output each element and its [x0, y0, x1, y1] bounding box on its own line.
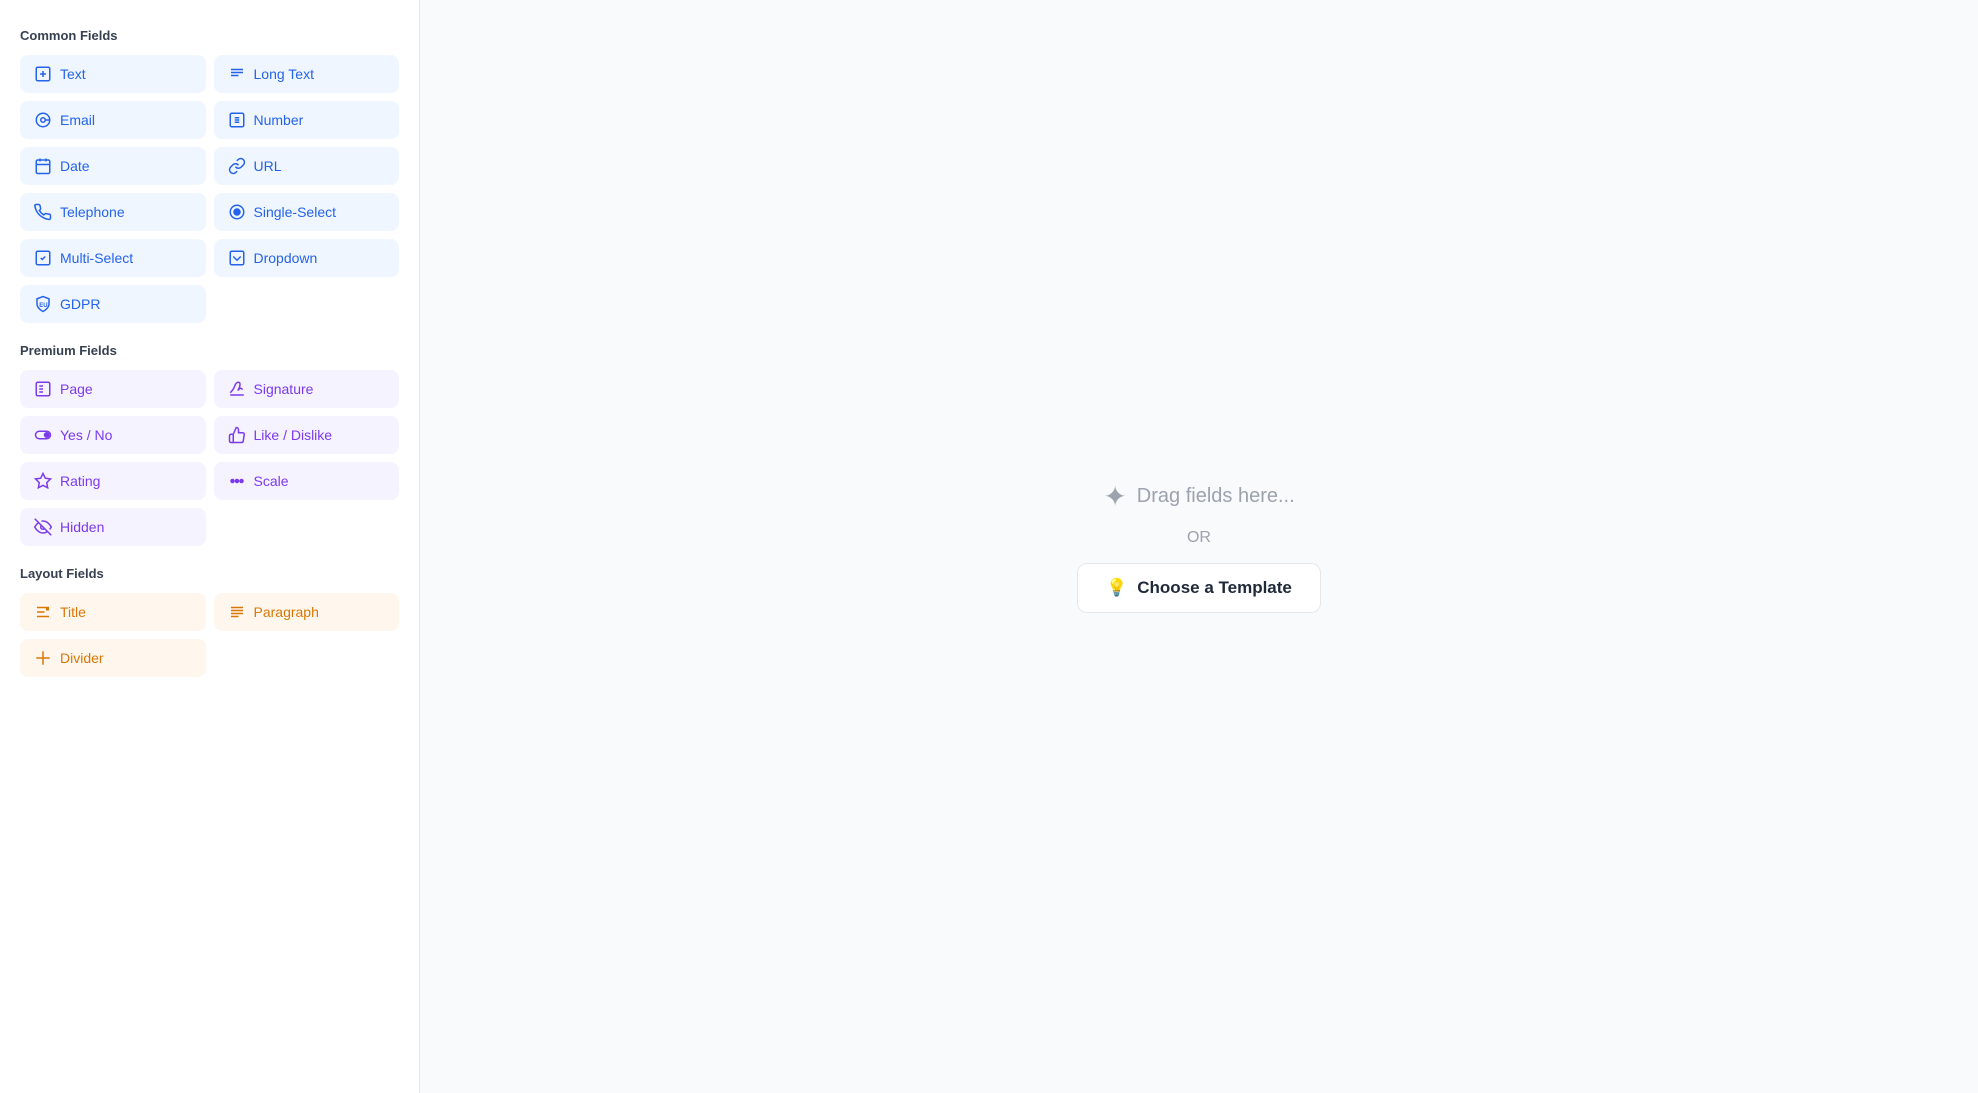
- field-label-divider: Divider: [60, 650, 104, 666]
- signature-icon: [228, 380, 246, 398]
- field-label-title: Title: [60, 604, 86, 620]
- single-select-icon: [228, 203, 246, 221]
- choose-template-button[interactable]: 💡 Choose a Template: [1077, 563, 1321, 613]
- sparkle-icon: ✦: [1103, 480, 1126, 513]
- field-item-date[interactable]: Date: [20, 147, 206, 185]
- field-item-email[interactable]: Email: [20, 101, 206, 139]
- scale-icon: [228, 472, 246, 490]
- paragraph-icon: [228, 603, 246, 621]
- choose-template-label: Choose a Template: [1137, 578, 1292, 598]
- field-label-number: Number: [254, 112, 304, 128]
- field-label-paragraph: Paragraph: [254, 604, 319, 620]
- field-label-long-text: Long Text: [254, 66, 314, 82]
- svg-text:EU: EU: [39, 303, 47, 309]
- field-item-like-dislike[interactable]: Like / Dislike: [214, 416, 400, 454]
- field-label-multi-select: Multi-Select: [60, 250, 133, 266]
- main-area: ✦ Drag fields here... OR 💡 Choose a Temp…: [420, 0, 1978, 1093]
- field-item-multi-select[interactable]: Multi-Select: [20, 239, 206, 277]
- field-item-telephone[interactable]: Telephone: [20, 193, 206, 231]
- page-icon: [34, 380, 52, 398]
- section-title-layout: Layout Fields: [20, 566, 399, 581]
- field-item-single-select[interactable]: Single-Select: [214, 193, 400, 231]
- field-item-dropdown[interactable]: Dropdown: [214, 239, 400, 277]
- email-icon: [34, 111, 52, 129]
- field-item-title[interactable]: Title: [20, 593, 206, 631]
- field-label-page: Page: [60, 381, 93, 397]
- field-label-rating: Rating: [60, 473, 100, 489]
- field-item-number[interactable]: Number: [214, 101, 400, 139]
- field-label-hidden: Hidden: [60, 519, 104, 535]
- field-item-yes-no[interactable]: Yes / No: [20, 416, 206, 454]
- sidebar: Common Fields Text Long Text Email Number Dat…: [0, 0, 420, 1093]
- telephone-icon: [34, 203, 52, 221]
- text-icon: [34, 65, 52, 83]
- url-icon: [228, 157, 246, 175]
- field-label-single-select: Single-Select: [254, 204, 337, 220]
- field-label-date: Date: [60, 158, 90, 174]
- long-text-icon: [228, 65, 246, 83]
- yes-no-icon: [34, 426, 52, 444]
- field-label-email: Email: [60, 112, 95, 128]
- field-item-rating[interactable]: Rating: [20, 462, 206, 500]
- number-icon: [228, 111, 246, 129]
- field-label-url: URL: [254, 158, 282, 174]
- field-item-long-text[interactable]: Long Text: [214, 55, 400, 93]
- field-item-paragraph[interactable]: Paragraph: [214, 593, 400, 631]
- date-icon: [34, 157, 52, 175]
- or-label: OR: [1187, 529, 1211, 547]
- title-icon: [34, 603, 52, 621]
- section-title-premium: Premium Fields: [20, 343, 399, 358]
- field-label-text: Text: [60, 66, 86, 82]
- field-item-page[interactable]: Page: [20, 370, 206, 408]
- fields-grid-premium: Page Signature Yes / No Like / Dislike Ratin…: [20, 370, 399, 546]
- field-item-signature[interactable]: Signature: [214, 370, 400, 408]
- gdpr-icon: EU: [34, 295, 52, 313]
- field-label-yes-no: Yes / No: [60, 427, 112, 443]
- dropdown-icon: [228, 249, 246, 267]
- fields-grid-layout: Title Paragraph Divider: [20, 593, 399, 677]
- field-item-text[interactable]: Text: [20, 55, 206, 93]
- rating-icon: [34, 472, 52, 490]
- section-title-common: Common Fields: [20, 28, 399, 43]
- divider-icon: [34, 649, 52, 667]
- field-label-telephone: Telephone: [60, 204, 125, 220]
- fields-grid-common: Text Long Text Email Number Date URL Telephone…: [20, 55, 399, 323]
- field-label-gdpr: GDPR: [60, 296, 100, 312]
- lightbulb-icon: 💡: [1106, 578, 1127, 598]
- hidden-icon: [34, 518, 52, 536]
- field-item-hidden[interactable]: Hidden: [20, 508, 206, 546]
- field-item-divider[interactable]: Divider: [20, 639, 206, 677]
- drop-zone: ✦ Drag fields here... OR 💡 Choose a Temp…: [1077, 480, 1321, 613]
- field-item-scale[interactable]: Scale: [214, 462, 400, 500]
- field-label-dropdown: Dropdown: [254, 250, 318, 266]
- field-item-url[interactable]: URL: [214, 147, 400, 185]
- like-dislike-icon: [228, 426, 246, 444]
- field-item-gdpr[interactable]: EU GDPR: [20, 285, 206, 323]
- field-label-signature: Signature: [254, 381, 314, 397]
- drag-hint-text: Drag fields here...: [1137, 485, 1295, 508]
- field-label-like-dislike: Like / Dislike: [254, 427, 333, 443]
- drag-hint: ✦ Drag fields here...: [1103, 480, 1294, 513]
- field-label-scale: Scale: [254, 473, 289, 489]
- multi-select-icon: [34, 249, 52, 267]
